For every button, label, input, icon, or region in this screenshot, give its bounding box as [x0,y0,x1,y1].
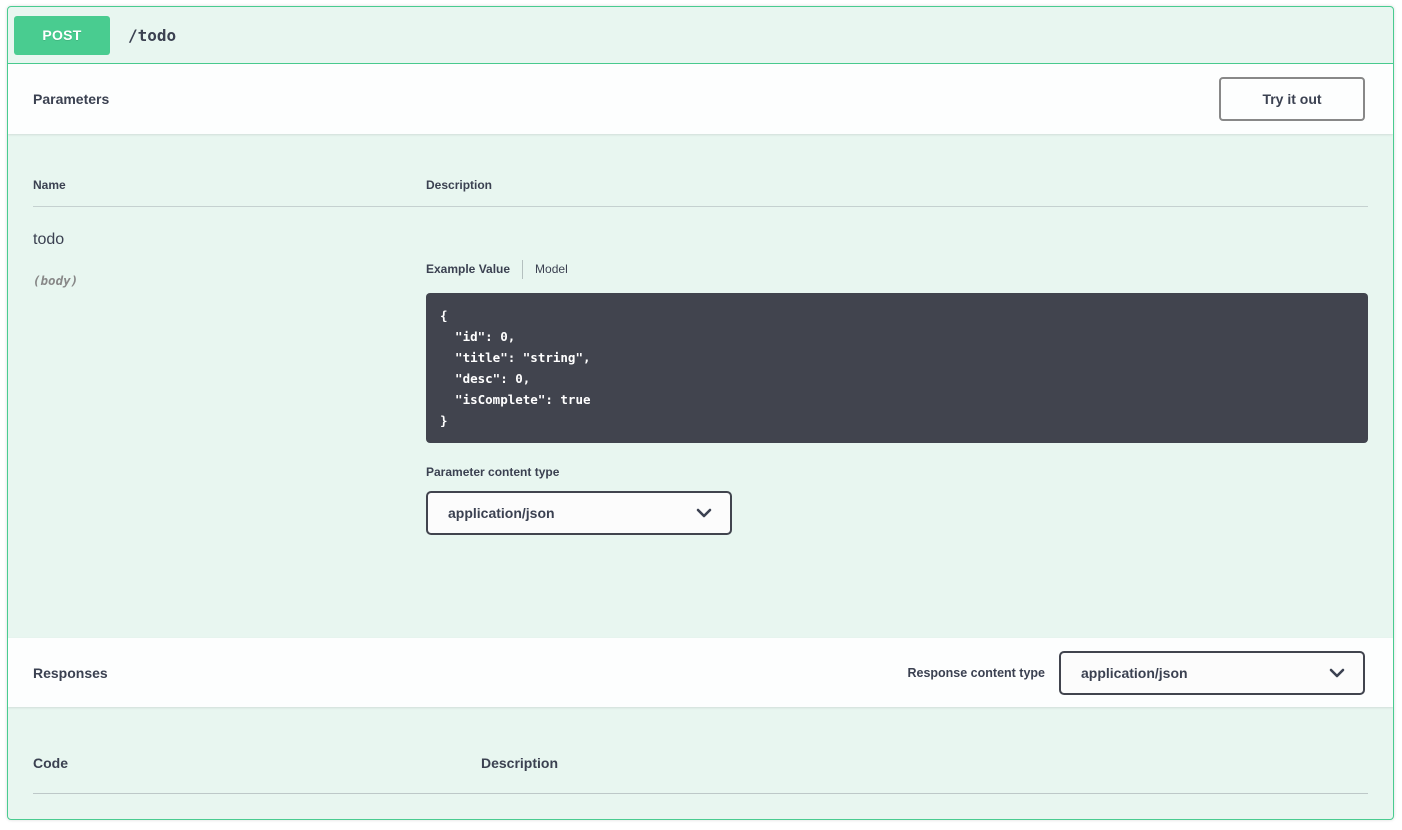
opblock-post-todo: POST /todo Parameters Try it out Name De… [7,6,1394,820]
responses-title: Responses [33,665,108,681]
chevron-down-icon [694,503,714,523]
name-column-header: Name [33,178,426,192]
try-it-out-button[interactable]: Try it out [1219,77,1365,121]
endpoint-path: /todo [128,26,176,45]
response-description-column-header: Description [481,755,1368,771]
endpoint-summary[interactable]: POST /todo [8,7,1393,64]
parameter-name-cell: todo (body) [33,231,426,535]
tab-model[interactable]: Model [535,262,568,276]
tab-example-value[interactable]: Example Value [426,262,510,276]
parameter-content-type-select[interactable]: application/json [426,491,732,535]
parameter-content-type-label: Parameter content type [426,465,1368,479]
response-content-type-label: Response content type [907,666,1045,680]
responses-section-header: Responses Response content type applicat… [8,638,1393,707]
responses-table-headers: Code Description [33,707,1368,794]
parameters-body: Name Description todo (body) Example Val… [8,134,1393,638]
chevron-down-icon [1327,663,1347,683]
parameter-location: (body) [33,273,426,288]
parameter-description-cell: Example Value Model { "id": 0, "title": … [426,231,1368,535]
response-content-type-group: Response content type application/json [907,651,1365,695]
example-json-block: { "id": 0, "title": "string", "desc": 0,… [426,293,1368,443]
example-model-tabs: Example Value Model [426,259,1368,279]
parameters-section-header: Parameters Try it out [8,64,1393,134]
parameters-table-headers: Name Description [33,134,1368,207]
responses-body: Code Description [8,707,1393,819]
parameters-title: Parameters [33,91,109,107]
response-content-type-value: application/json [1081,665,1188,681]
code-column-header: Code [33,755,481,771]
parameter-name: todo [33,231,426,249]
tab-divider [522,260,523,279]
method-badge: POST [14,16,110,55]
description-column-header: Description [426,178,1368,192]
parameter-content-type-value: application/json [448,505,555,521]
response-content-type-select[interactable]: application/json [1059,651,1365,695]
parameter-row: todo (body) Example Value Model { "id": … [33,207,1368,535]
